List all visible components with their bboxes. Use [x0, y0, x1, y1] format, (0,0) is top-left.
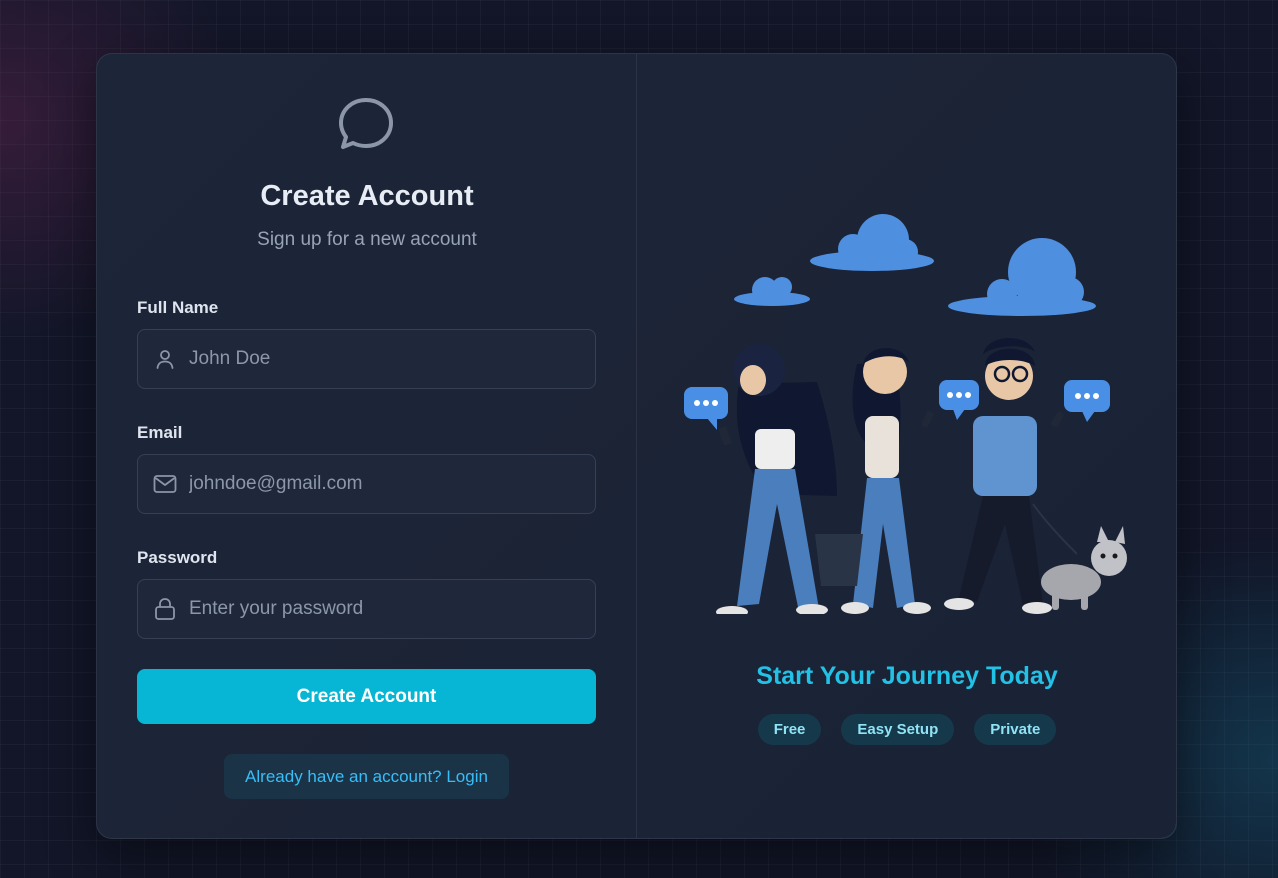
password-input[interactable]: [189, 598, 595, 620]
user-icon: [152, 346, 178, 372]
chat-bubble-icon: [339, 98, 393, 149]
promo-heading: Start Your Journey Today: [756, 662, 1058, 690]
badge-free: Free: [757, 714, 822, 745]
badge-private: Private: [974, 714, 1057, 745]
password-field[interactable]: [137, 579, 596, 639]
badge-easy-setup: Easy Setup: [841, 714, 955, 745]
password-label: Password: [137, 548, 218, 567]
feature-badges: Free Easy Setup Private: [637, 714, 1176, 745]
full-name-input[interactable]: [189, 348, 595, 370]
full-name-field[interactable]: [137, 329, 596, 389]
full-name-label: Full Name: [137, 298, 219, 317]
mail-icon: [152, 471, 178, 497]
login-link-button[interactable]: Already have an account? Login: [224, 754, 509, 799]
lock-icon: [152, 596, 178, 622]
page-subtitle: Sign up for a new account: [257, 229, 477, 250]
signup-card: Create Account Sign up for a new account…: [96, 53, 1177, 839]
signup-form-panel: Create Account Sign up for a new account…: [97, 54, 637, 838]
create-account-button[interactable]: Create Account: [137, 669, 596, 724]
email-field[interactable]: [137, 454, 596, 514]
page-title: Create Account: [260, 180, 474, 212]
people-walking-with-phones-illustration: [684, 214, 1127, 614]
email-label: Email: [137, 423, 183, 442]
email-input[interactable]: [189, 473, 595, 495]
promo-panel: Start Your Journey Today Free Easy Setup…: [637, 54, 1176, 838]
